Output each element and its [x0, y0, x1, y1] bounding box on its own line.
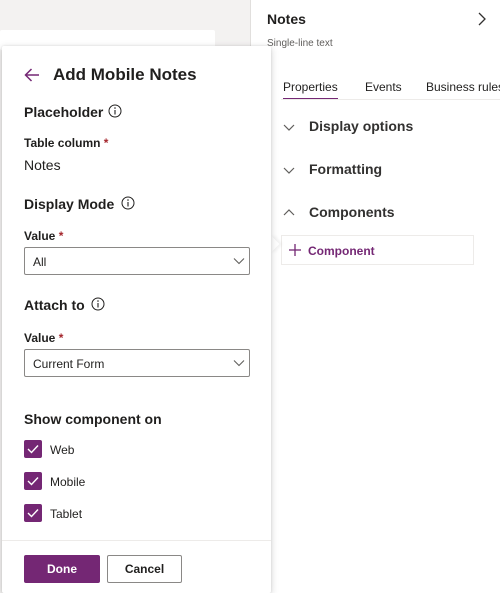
checkbox-tablet[interactable]: [24, 504, 42, 522]
chevron-down-icon: [233, 258, 245, 265]
display-mode-dropdown[interactable]: All: [24, 247, 250, 275]
footer-divider: [2, 540, 271, 541]
show-component-on-label: Show component on: [24, 411, 162, 427]
properties-pane: Notes Single-line text Properties Events…: [251, 0, 500, 593]
plus-icon: [289, 244, 301, 256]
table-column-value: Notes: [24, 157, 61, 173]
info-icon[interactable]: [91, 297, 105, 311]
checkbox-web-label: Web: [50, 443, 75, 457]
section-components[interactable]: Components: [309, 204, 395, 220]
checkmark-icon: [27, 477, 39, 486]
chevron-down-icon[interactable]: [283, 121, 295, 133]
attach-to-dropdown[interactable]: Current Form: [24, 349, 250, 377]
attach-to-selected: Current Form: [33, 357, 105, 371]
checkbox-tablet-label: Tablet: [50, 507, 83, 521]
properties-pane-title: Notes: [267, 11, 306, 27]
info-icon[interactable]: [108, 104, 122, 118]
attach-to-label: Attach to: [24, 297, 85, 313]
chevron-down-icon[interactable]: [283, 164, 295, 176]
checkbox-mobile[interactable]: [24, 472, 42, 490]
chevron-up-icon[interactable]: [283, 207, 295, 219]
tab-events[interactable]: Events: [365, 80, 402, 94]
back-arrow-icon[interactable]: [24, 67, 40, 83]
section-formatting[interactable]: Formatting: [309, 161, 382, 177]
checkmark-icon: [27, 509, 39, 518]
add-component-button[interactable]: Component: [281, 235, 474, 265]
done-button[interactable]: Done: [24, 555, 100, 583]
add-component-label: Component: [308, 244, 375, 258]
table-column-label: Table column *: [24, 136, 109, 150]
display-mode-label: Display Mode: [24, 196, 115, 212]
checkmark-icon: [27, 445, 39, 454]
properties-pane-subtitle: Single-line text: [267, 38, 333, 49]
tab-business-rules[interactable]: Business rules: [426, 80, 500, 94]
section-display-options[interactable]: Display options: [309, 118, 413, 134]
tab-properties[interactable]: Properties: [283, 80, 338, 100]
display-mode-value-label: Value *: [24, 229, 64, 243]
cancel-button[interactable]: Cancel: [107, 555, 182, 583]
chevron-right-icon[interactable]: [477, 11, 487, 27]
display-mode-selected: All: [33, 255, 47, 269]
info-icon[interactable]: [121, 196, 135, 210]
flyout-title: Add Mobile Notes: [53, 65, 197, 84]
chevron-down-icon: [233, 360, 245, 367]
attach-to-value-label: Value *: [24, 331, 64, 345]
checkbox-mobile-label: Mobile: [50, 475, 86, 489]
placeholder-label: Placeholder: [24, 104, 104, 120]
tabs-underline: [281, 99, 500, 100]
add-component-flyout: Add Mobile Notes Placeholder Table colum…: [2, 46, 271, 593]
checkbox-web[interactable]: [24, 440, 42, 458]
